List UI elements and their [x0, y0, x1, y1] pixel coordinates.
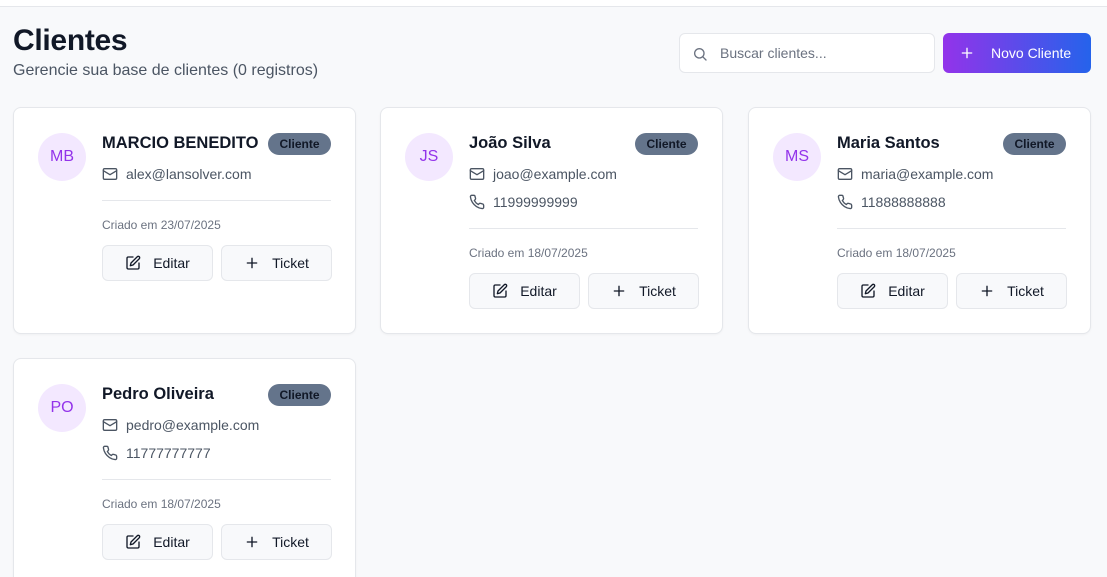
new-client-button[interactable]: Novo Cliente: [943, 33, 1091, 73]
plus-icon: [981, 285, 993, 297]
edit-label: Editar: [153, 255, 190, 271]
page-title: Clientes: [13, 24, 128, 57]
email-row: maria@example.com: [837, 164, 993, 184]
plus-icon: [246, 536, 258, 548]
ticket-label: Ticket: [272, 534, 309, 550]
client-email: joao@example.com: [493, 166, 617, 182]
client-card: MS Maria Santos Cliente maria@example.co…: [748, 107, 1091, 334]
divider: [837, 228, 1066, 229]
client-card: JS João Silva Cliente joao@example.com 1…: [380, 107, 723, 334]
mail-icon: [102, 419, 118, 431]
ticket-button[interactable]: Ticket: [221, 524, 332, 560]
edit-icon: [126, 255, 141, 270]
ticket-label: Ticket: [272, 255, 309, 271]
status-badge: Cliente: [1003, 133, 1066, 155]
edit-button[interactable]: Editar: [469, 273, 580, 309]
client-email: alex@lansolver.com: [126, 166, 252, 182]
avatar: JS: [405, 133, 453, 181]
status-badge: Cliente: [268, 384, 331, 406]
ticket-label: Ticket: [1007, 283, 1044, 299]
status-badge: Cliente: [268, 133, 331, 155]
edit-label: Editar: [888, 283, 925, 299]
edit-button[interactable]: Editar: [102, 524, 213, 560]
created-date: Criado em 18/07/2025: [837, 246, 956, 260]
client-name: João Silva: [469, 134, 551, 152]
ticket-button[interactable]: Ticket: [221, 245, 332, 281]
client-card: MB MARCIO BENEDITO Cliente alex@lansolve…: [13, 107, 356, 334]
mail-icon: [469, 168, 485, 180]
edit-button[interactable]: Editar: [102, 245, 213, 281]
page-subtitle: Gerencie sua base de clientes (0 registr…: [13, 62, 319, 79]
search-input[interactable]: [720, 34, 925, 72]
phone-icon: [469, 194, 485, 210]
ticket-label: Ticket: [639, 283, 676, 299]
client-phone: 11999999999: [493, 194, 578, 210]
ticket-button[interactable]: Ticket: [956, 273, 1067, 309]
ticket-button[interactable]: Ticket: [588, 273, 699, 309]
phone-icon: [837, 194, 853, 210]
search-icon: [694, 48, 707, 61]
email-row: pedro@example.com: [102, 415, 259, 435]
top-bar: [0, 0, 1107, 7]
client-name: Maria Santos: [837, 134, 940, 152]
phone-row: 11888888888: [837, 192, 946, 212]
phone-row: 11777777777: [102, 443, 211, 463]
client-name: Pedro Oliveira: [102, 385, 214, 403]
new-client-label: Novo Cliente: [991, 45, 1072, 61]
plus-icon: [613, 285, 625, 297]
avatar: MS: [773, 133, 821, 181]
mail-icon: [102, 168, 118, 180]
avatar: MB: [38, 133, 86, 181]
divider: [469, 228, 698, 229]
edit-label: Editar: [153, 534, 190, 550]
email-row: joao@example.com: [469, 164, 617, 184]
client-phone: 11777777777: [126, 445, 211, 461]
client-phone: 11888888888: [861, 194, 946, 210]
edit-label: Editar: [520, 283, 557, 299]
client-name: MARCIO BENEDITO: [102, 134, 259, 152]
plus-icon: [961, 47, 973, 59]
search-box[interactable]: [679, 33, 935, 73]
plus-icon: [246, 257, 258, 269]
phone-row: 11999999999: [469, 192, 578, 212]
divider: [102, 200, 331, 201]
client-email: pedro@example.com: [126, 417, 260, 433]
created-date: Criado em 18/07/2025: [469, 246, 588, 260]
phone-icon: [102, 445, 118, 461]
created-date: Criado em 23/07/2025: [102, 218, 221, 232]
client-email: maria@example.com: [861, 166, 994, 182]
email-row: alex@lansolver.com: [102, 164, 252, 184]
edit-icon: [861, 283, 876, 298]
client-card: PO Pedro Oliveira Cliente pedro@example.…: [13, 358, 356, 577]
status-badge: Cliente: [635, 133, 698, 155]
edit-icon: [126, 534, 141, 549]
mail-icon: [837, 168, 853, 180]
created-date: Criado em 18/07/2025: [102, 497, 221, 511]
edit-icon: [493, 283, 508, 298]
divider: [102, 479, 331, 480]
avatar: PO: [38, 384, 86, 432]
edit-button[interactable]: Editar: [837, 273, 948, 309]
